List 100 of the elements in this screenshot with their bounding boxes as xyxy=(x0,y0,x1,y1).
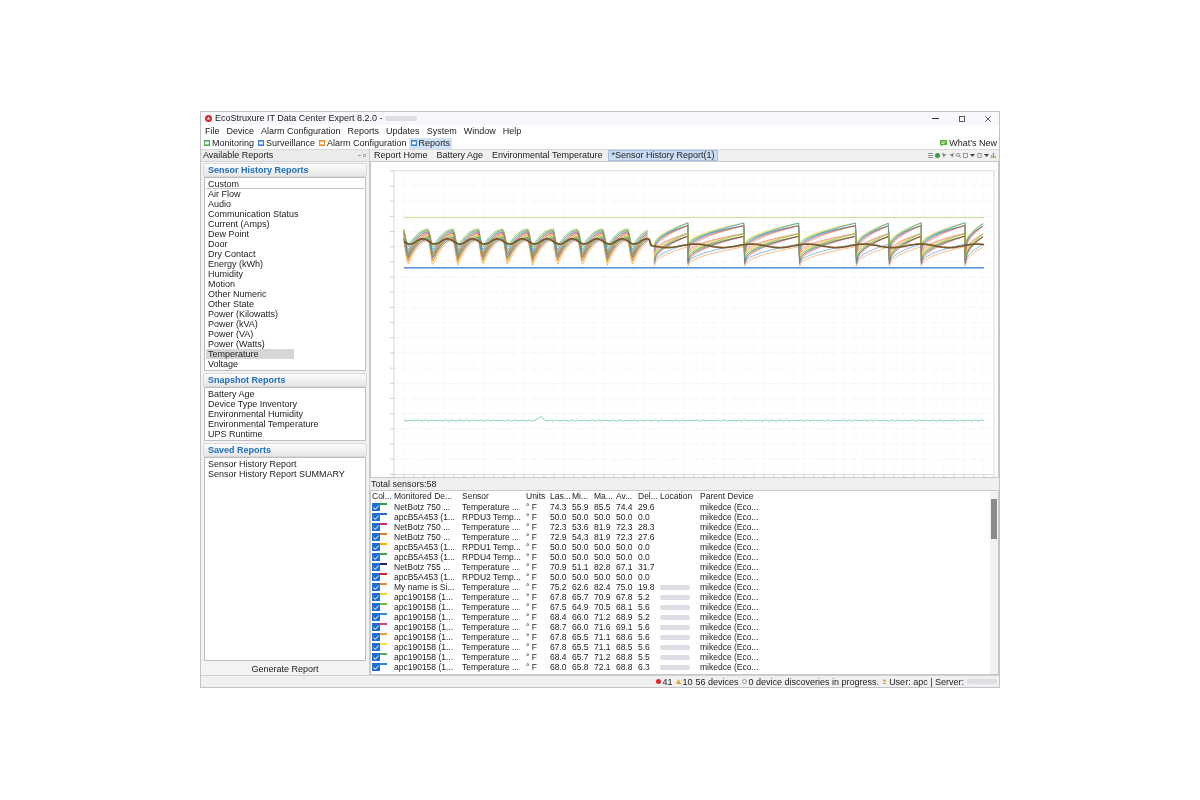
table-cell-text: mikedce (Eco... xyxy=(699,542,760,552)
list-item[interactable]: Audio xyxy=(206,199,294,209)
perspective-tab[interactable]: Alarm Configuration xyxy=(317,137,409,149)
list-item[interactable]: Power (kVA) xyxy=(206,319,294,329)
list-item[interactable]: Door xyxy=(206,239,294,249)
maximize-icon[interactable] xyxy=(363,154,366,157)
list-item[interactable]: Dry Contact xyxy=(206,249,294,259)
column-header[interactable]: Las... xyxy=(549,491,571,502)
list-item[interactable]: Sensor History Report SUMMARY xyxy=(206,469,347,479)
table-cell-text: apc190158 (1... xyxy=(393,642,455,652)
row-checkbox[interactable] xyxy=(372,653,380,661)
whats-new-button[interactable]: What's New xyxy=(938,137,999,149)
app-logo-icon xyxy=(205,115,212,122)
column-header[interactable]: Mi... xyxy=(571,491,593,502)
row-checkbox[interactable] xyxy=(372,603,380,611)
list-item[interactable]: Other Numeric xyxy=(206,289,294,299)
list-item[interactable]: Sensor History Report xyxy=(206,459,299,469)
list-item[interactable]: Device Type Inventory xyxy=(206,399,299,409)
caret-icon[interactable] xyxy=(984,154,989,157)
perspective-tab[interactable]: Reports xyxy=(408,137,453,149)
table-cell-text: Temperature ... xyxy=(461,502,521,512)
column-header[interactable]: Ma... xyxy=(593,491,615,502)
column-header[interactable]: Units xyxy=(525,491,549,502)
list-icon[interactable] xyxy=(928,153,933,158)
list-item[interactable]: Dew Point xyxy=(206,229,294,239)
discovery-status: 0 device discoveries in progress. xyxy=(748,676,880,687)
column-header[interactable]: Monitored De... xyxy=(393,491,461,502)
list-item[interactable]: Power (VA) xyxy=(206,329,294,339)
row-checkbox[interactable] xyxy=(372,553,380,561)
table-cell-text: 50.0 xyxy=(593,512,612,522)
menu-item[interactable]: Updates xyxy=(386,125,420,137)
table-cell-text: ° F xyxy=(525,522,538,532)
table-cell-text: 68.4 xyxy=(549,612,568,622)
perspective-tab[interactable]: Surveillance xyxy=(256,137,318,149)
table-cell-text: 31.7 xyxy=(637,562,656,572)
list-item[interactable]: Environmental Humidity xyxy=(206,409,306,419)
list-item[interactable]: Voltage xyxy=(206,359,294,369)
list-item[interactable]: Temperature xyxy=(206,349,294,359)
column-header[interactable]: Location xyxy=(659,491,699,502)
report-tab[interactable]: Environmental Temperature xyxy=(489,150,606,161)
row-checkbox[interactable] xyxy=(372,583,380,591)
row-checkbox[interactable] xyxy=(372,513,380,521)
table-cell-text: ° F xyxy=(525,532,538,542)
column-header[interactable]: Col... xyxy=(371,491,393,502)
row-checkbox[interactable] xyxy=(372,503,380,511)
row-checkbox[interactable] xyxy=(372,633,380,641)
row-checkbox[interactable] xyxy=(372,593,380,601)
column-header[interactable]: Parent Device xyxy=(699,491,765,502)
table-cell-text: mikedce (Eco... xyxy=(699,652,760,662)
caret-icon[interactable] xyxy=(970,154,975,157)
row-checkbox[interactable] xyxy=(372,533,380,541)
row-checkbox[interactable] xyxy=(372,623,380,631)
list-item[interactable]: Environmental Temperature xyxy=(206,419,321,429)
menu-item[interactable]: Device xyxy=(226,125,255,137)
list-item[interactable]: Humidity xyxy=(206,269,294,279)
bar-chart-icon[interactable] xyxy=(991,153,996,158)
report-tab[interactable]: Report Home xyxy=(371,150,431,161)
row-checkbox[interactable] xyxy=(372,573,380,581)
menu-item[interactable]: Reports xyxy=(347,125,380,137)
table-cell-text: mikedce (Eco... xyxy=(699,562,760,572)
column-header[interactable]: Del... xyxy=(637,491,659,502)
menu-item[interactable]: File xyxy=(205,125,220,137)
row-checkbox[interactable] xyxy=(372,543,380,551)
table-cell-text: apc190158 (1... xyxy=(393,612,455,622)
menu-item[interactable]: Window xyxy=(463,125,496,137)
column-header[interactable]: Sensor xyxy=(461,491,525,502)
list-item[interactable]: UPS Runtime xyxy=(206,429,294,439)
table-cell-text: 66.0 xyxy=(571,612,590,622)
scrollbar-thumb[interactable] xyxy=(991,499,997,539)
list-item[interactable]: Air Flow xyxy=(206,189,294,199)
zoom-icon[interactable] xyxy=(956,153,961,158)
table-cell-text: 68.4 xyxy=(549,652,568,662)
table-cell-text: ° F xyxy=(525,632,538,642)
list-item[interactable]: Other State xyxy=(206,299,294,309)
row-checkbox[interactable] xyxy=(372,613,380,621)
menu-item[interactable]: Help xyxy=(502,125,522,137)
table-cell-text: 50.0 xyxy=(615,552,634,562)
list-item[interactable]: Communication Status xyxy=(206,209,301,219)
list-item[interactable]: Battery Age xyxy=(206,389,294,399)
menu-item[interactable]: Alarm Configuration xyxy=(261,125,341,137)
row-checkbox[interactable] xyxy=(372,663,380,671)
page-icon[interactable] xyxy=(977,153,982,158)
table-cell-text: apc190158 (1... xyxy=(393,602,455,612)
list-item[interactable]: Custom xyxy=(206,179,364,189)
list-item[interactable]: Energy (kWh) xyxy=(206,259,294,269)
row-checkbox[interactable] xyxy=(372,523,380,531)
circle-icon[interactable] xyxy=(935,153,940,158)
list-item[interactable]: Power (Watts) xyxy=(206,339,294,349)
table-cell-text: Temperature ... xyxy=(461,632,521,642)
row-checkbox[interactable] xyxy=(372,563,380,571)
column-header[interactable]: Av... xyxy=(615,491,637,502)
menu-item[interactable]: System xyxy=(426,125,457,137)
list-item[interactable]: Power (Kilowatts) xyxy=(206,309,294,319)
perspective-tab[interactable]: Monitoring xyxy=(202,137,257,149)
list-item[interactable]: Current (Amps) xyxy=(206,219,294,229)
generate-report-button[interactable]: Generate Report xyxy=(247,662,323,675)
row-checkbox[interactable] xyxy=(372,643,380,651)
table-cell-text: 50.0 xyxy=(615,572,634,582)
report-tab[interactable]: Battery Age xyxy=(433,150,487,161)
list-item[interactable]: Motion xyxy=(206,279,294,289)
